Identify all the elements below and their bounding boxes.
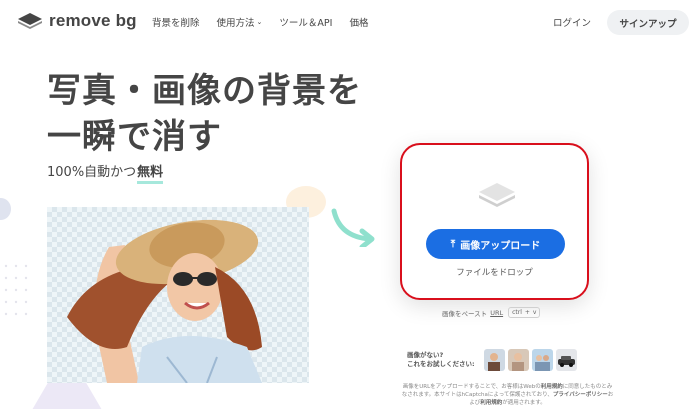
layers-icon (479, 183, 515, 207)
nav-label: 背景を削除 (152, 18, 200, 29)
brand-name: remove bg (49, 11, 137, 30)
samples-line-2: これをお試しください: (407, 360, 475, 368)
logo[interactable]: remove bg (17, 11, 137, 31)
kbd-ctrl: ctrl + v (508, 307, 541, 318)
sample-thumb-car[interactable] (556, 349, 577, 371)
woman-with-hat-image (67, 219, 262, 383)
upload-button-label: 画像アップロード (460, 240, 541, 252)
nav-label: 価格 (349, 18, 369, 29)
legal-text: 画像をURLをアップロードすることで、お客様はWebの (402, 384, 541, 390)
nav-remove-background[interactable]: 背景を削除 (152, 15, 200, 29)
paste-text: 画像をペースト (442, 309, 488, 318)
nav-how-to-use[interactable]: 使用方法 ⌄ (217, 15, 263, 29)
hero-subline: 100%自動かつ 無料 (47, 161, 164, 184)
legal-text: が適用されます。 (502, 400, 546, 406)
upload-card[interactable]: ⤒ 画像アップロード ファイルをドロップ (400, 143, 589, 300)
signup-button[interactable]: サインアップ (607, 10, 689, 35)
headline-line-1: 写真・画像の背景を (47, 71, 362, 111)
privacy-link[interactable]: プライバシーポリシー (553, 392, 608, 398)
curved-arrow-icon (331, 208, 375, 247)
legal-notice: 画像をURLをアップロードすることで、お客様はWebの利用規約に同意したものとみ… (400, 383, 615, 407)
decorative-circle (0, 198, 11, 220)
sample-thumb-portrait[interactable] (508, 349, 529, 371)
nav-pricing[interactable]: 価格 (349, 15, 368, 29)
kbd-v-label: v (532, 309, 537, 316)
upload-arrow-icon: ⤒ (450, 238, 456, 250)
kbd-plus: + (524, 309, 530, 316)
sample-thumb-person[interactable] (484, 349, 505, 371)
subline-text: 100%自動かつ (47, 165, 137, 180)
subline-free: 無料 (137, 161, 164, 184)
headline-line-2: 一瞬で消す (47, 117, 222, 157)
upload-image-button[interactable]: ⤒ 画像アップロード (426, 229, 565, 259)
main-nav: 背景を削除 使用方法 ⌄ ツール＆API 価格 (152, 15, 385, 29)
drop-file-text: ファイルをドロップ (456, 268, 533, 278)
sample-thumb-people[interactable] (532, 349, 553, 371)
chevron-down-icon: ⌄ (256, 18, 263, 26)
nav-tools-api[interactable]: ツール＆API (279, 15, 332, 29)
hero-headline: 写真・画像の背景を 一瞬で消す (47, 68, 362, 160)
samples-label: 画像がない? これをお試しください: (407, 351, 481, 369)
login-link[interactable]: ログイン (553, 15, 591, 29)
paste-url-link[interactable]: URL (490, 309, 503, 317)
nav-label: 使用方法 (216, 18, 255, 29)
paste-row: 画像をペースト URL ctrl + v (442, 307, 541, 318)
nav-label: ツール＆API (279, 18, 333, 29)
sample-images: 画像がない? これをお試しください: (407, 349, 577, 371)
samples-line-1: 画像がない? (407, 351, 444, 359)
logo-icon (18, 13, 42, 29)
terms-link[interactable]: 利用規約 (541, 384, 563, 390)
site-header: remove bg 背景を削除 使用方法 ⌄ ツール＆API 価格 ログイン サ… (0, 0, 700, 46)
sample-photo (47, 207, 309, 383)
kbd-ctrl-label: ctrl (512, 309, 522, 316)
terms-link[interactable]: 利用規約 (480, 400, 502, 406)
